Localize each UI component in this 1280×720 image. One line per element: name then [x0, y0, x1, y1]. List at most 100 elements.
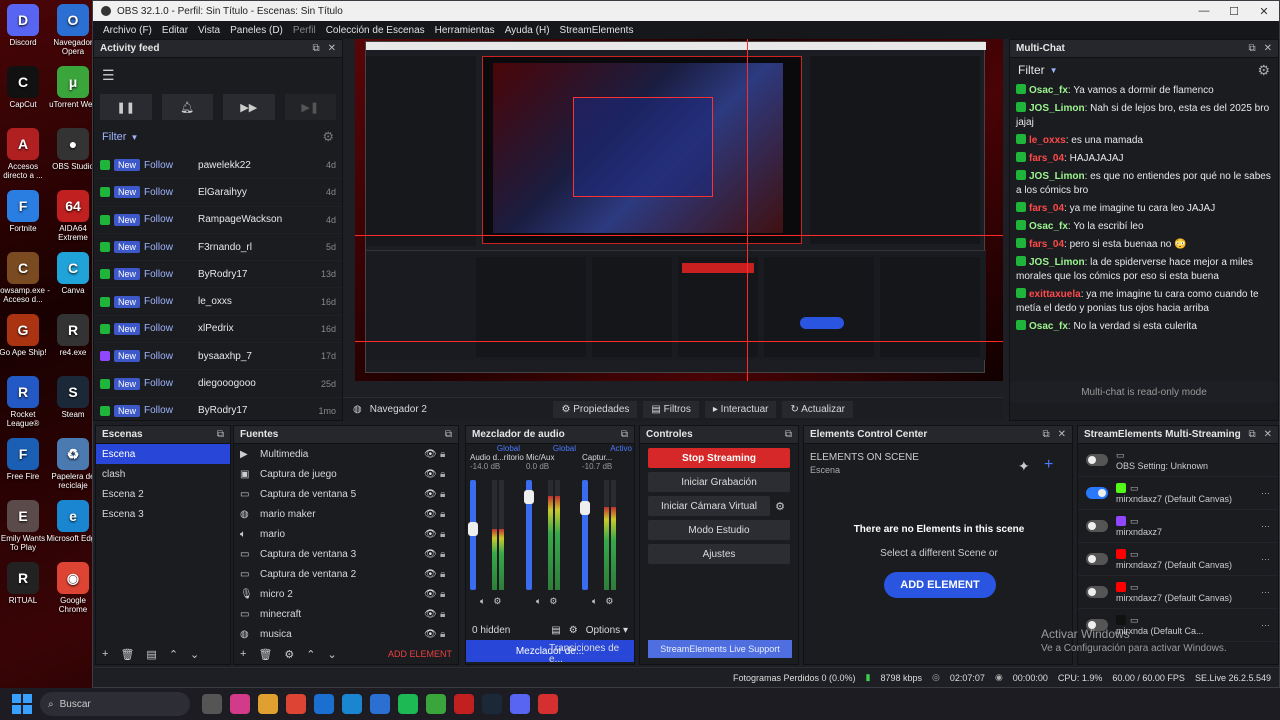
more-icon[interactable]: ⋯	[1261, 554, 1270, 565]
activity-item[interactable]: New Follow RampageWackson 4d	[94, 207, 342, 234]
more-icon[interactable]: ⋯	[1261, 488, 1270, 499]
scene-item[interactable]: Escena	[96, 444, 230, 464]
activity-item[interactable]: New Follow F3rnando_rl 5d	[94, 234, 342, 262]
more-icon[interactable]: ⋯	[1261, 620, 1270, 631]
activity-item[interactable]: New Follow xlPedrix 16d	[94, 316, 342, 344]
file-explorer-icon[interactable]	[202, 694, 222, 714]
minecraft-icon[interactable]	[426, 694, 446, 714]
refresh-button[interactable]: ↻ Actualizar	[782, 401, 853, 418]
menu-perfil[interactable]: Perfil	[288, 25, 321, 36]
add-icon[interactable]: +	[102, 648, 108, 660]
menu-herramientas[interactable]: Herramientas	[430, 25, 500, 36]
menu-streamelements[interactable]: StreamElements	[555, 25, 639, 36]
menu-coleccion[interactable]: Colección de Escenas	[321, 25, 430, 36]
eye-icon[interactable]: 👁︎	[424, 509, 440, 520]
float-icon[interactable]: ⧉	[1042, 429, 1049, 440]
close-button[interactable]: ✕	[1249, 5, 1279, 18]
add-icon[interactable]: +	[240, 648, 246, 660]
float-icon[interactable]: ⧉	[312, 43, 319, 54]
gear-icon[interactable]: ⚙	[1257, 62, 1270, 79]
edge-icon[interactable]	[342, 694, 362, 714]
activity-filter[interactable]: Filter ▼ ⚙	[94, 122, 342, 152]
gear-icon[interactable]: ⚙	[549, 596, 557, 607]
scene-item[interactable]: clash	[96, 464, 230, 484]
close-icon[interactable]: ✕	[328, 43, 336, 54]
scene-item[interactable]: Escena 2	[96, 484, 230, 504]
taskbar-search[interactable]: ⌕ Buscar	[40, 692, 190, 716]
minimize-button[interactable]: —	[1189, 5, 1219, 18]
volume-slider[interactable]	[580, 480, 590, 590]
volume-slider-handle[interactable]	[468, 522, 478, 536]
volume-slider[interactable]	[524, 480, 534, 590]
lock-icon[interactable]: 🔒︎	[440, 549, 452, 560]
speaker-icon[interactable]: 🔈︎	[536, 596, 541, 607]
up-icon[interactable]: ⌃	[306, 648, 315, 661]
stream-toggle[interactable]	[1086, 520, 1108, 532]
eye-icon[interactable]: 👁︎	[424, 469, 440, 480]
activity-item[interactable]: New Follow le_oxxs 16d	[94, 288, 342, 316]
windows-start-icon[interactable]	[12, 694, 32, 714]
properties-button[interactable]: ⚙ Propiedades	[553, 401, 638, 418]
speaker-icon[interactable]: 🔈︎	[480, 596, 485, 607]
hamburger-icon[interactable]: ☰	[94, 58, 342, 92]
float-icon[interactable]: ⧉	[1248, 43, 1255, 54]
add-icon[interactable]: +	[1044, 456, 1053, 474]
activity-item[interactable]: New Follow ByRodry17 1mo	[94, 398, 342, 420]
eye-icon[interactable]: 👁︎	[424, 549, 440, 560]
virtual-camera-button[interactable]: Iniciar Cámara Virtual	[648, 496, 770, 516]
store-icon[interactable]	[314, 694, 334, 714]
desktop-icon[interactable]: G Go Ape Ship!	[0, 314, 50, 357]
start-recording-button[interactable]: Iniciar Grabación	[648, 472, 790, 492]
desktop-icon[interactable]: A Accesos directo a ...	[0, 128, 50, 180]
menu-ayuda[interactable]: Ayuda (H)	[500, 25, 555, 36]
source-item[interactable]: ▣ Captura de juego 👁︎ 🔒︎	[234, 464, 458, 484]
stream-toggle[interactable]	[1086, 487, 1108, 499]
interact-button[interactable]: ▸ Interactuar	[704, 401, 777, 418]
lock-icon[interactable]: 🔒︎	[440, 569, 452, 580]
desktop-icon[interactable]: R RITUAL	[0, 562, 50, 605]
eye-icon[interactable]: 👁︎	[424, 589, 440, 600]
multichat-filter[interactable]: Filter ▼ ⚙	[1010, 58, 1278, 82]
desktop-icon[interactable]: E Emily Wants To Play	[0, 500, 50, 552]
stop-streaming-button[interactable]: Stop Streaming	[648, 448, 790, 468]
menu-paneles[interactable]: Paneles (D)	[225, 25, 288, 36]
options-button[interactable]: Options ▾	[586, 625, 628, 636]
gear-icon[interactable]: ⚙	[284, 648, 294, 661]
filters-button[interactable]: ▤ Filtros	[643, 401, 699, 418]
activity-item[interactable]: New Follow ByRodry17 13d	[94, 261, 342, 289]
spotify-icon[interactable]	[398, 694, 418, 714]
opera-icon[interactable]	[370, 694, 390, 714]
obs-icon[interactable]	[538, 694, 558, 714]
bell-icon[interactable]: 🔔︎	[161, 94, 213, 120]
more-icon[interactable]: ⋯	[1261, 587, 1270, 598]
desktop-icon[interactable]: R Rocket League®	[0, 376, 50, 428]
eye-icon[interactable]: 👁︎	[424, 569, 440, 580]
activity-item[interactable]: New Follow bysaaxhp_7 17d	[94, 343, 342, 371]
stream-toggle[interactable]	[1086, 619, 1108, 631]
source-item[interactable]: ▭ minecraft 👁︎ 🔒︎	[234, 604, 458, 624]
source-item[interactable]: ▭ Captura de ventana 5 👁︎ 🔒︎	[234, 484, 458, 504]
activity-item[interactable]: New Follow pawelekk22 4d	[94, 152, 342, 180]
up-icon[interactable]: ⌃	[169, 648, 178, 661]
trash-icon[interactable]: 🗑︎	[258, 648, 272, 661]
capcut-icon[interactable]	[454, 694, 474, 714]
desktop-icon[interactable]: F Free Fire	[0, 438, 50, 481]
stream-preview[interactable]	[355, 39, 1003, 381]
lock-icon[interactable]: 🔒︎	[440, 529, 452, 540]
scene-item[interactable]: Escena 3	[96, 504, 230, 524]
source-item[interactable]: 🎙︎ micro 2 👁︎ 🔒︎	[234, 584, 458, 604]
desktop-icon[interactable]: Ccowsamp.exe - Acceso d...	[0, 252, 50, 304]
add-element-button[interactable]: ADD ELEMENT	[884, 572, 996, 598]
lock-icon[interactable]: 🔒︎	[440, 449, 452, 460]
activity-item[interactable]: New Follow diegooogooo 25d	[94, 370, 342, 398]
pause-icon[interactable]: ❚❚	[100, 94, 152, 120]
close-icon[interactable]: ✕	[1264, 43, 1272, 54]
eye-icon[interactable]: 👁︎	[424, 629, 440, 640]
add-element-link[interactable]: ADD ELEMENT	[388, 649, 452, 659]
filter-icon[interactable]: ▤	[146, 648, 156, 661]
studio-mode-button[interactable]: Modo Estudio	[648, 520, 790, 540]
lock-icon[interactable]: 🔒︎	[440, 489, 452, 500]
eye-icon[interactable]: 👁︎	[424, 489, 440, 500]
eye-icon[interactable]: 👁︎	[424, 609, 440, 620]
source-item[interactable]: ▭ Captura de ventana 2 👁︎ 🔒︎	[234, 564, 458, 584]
